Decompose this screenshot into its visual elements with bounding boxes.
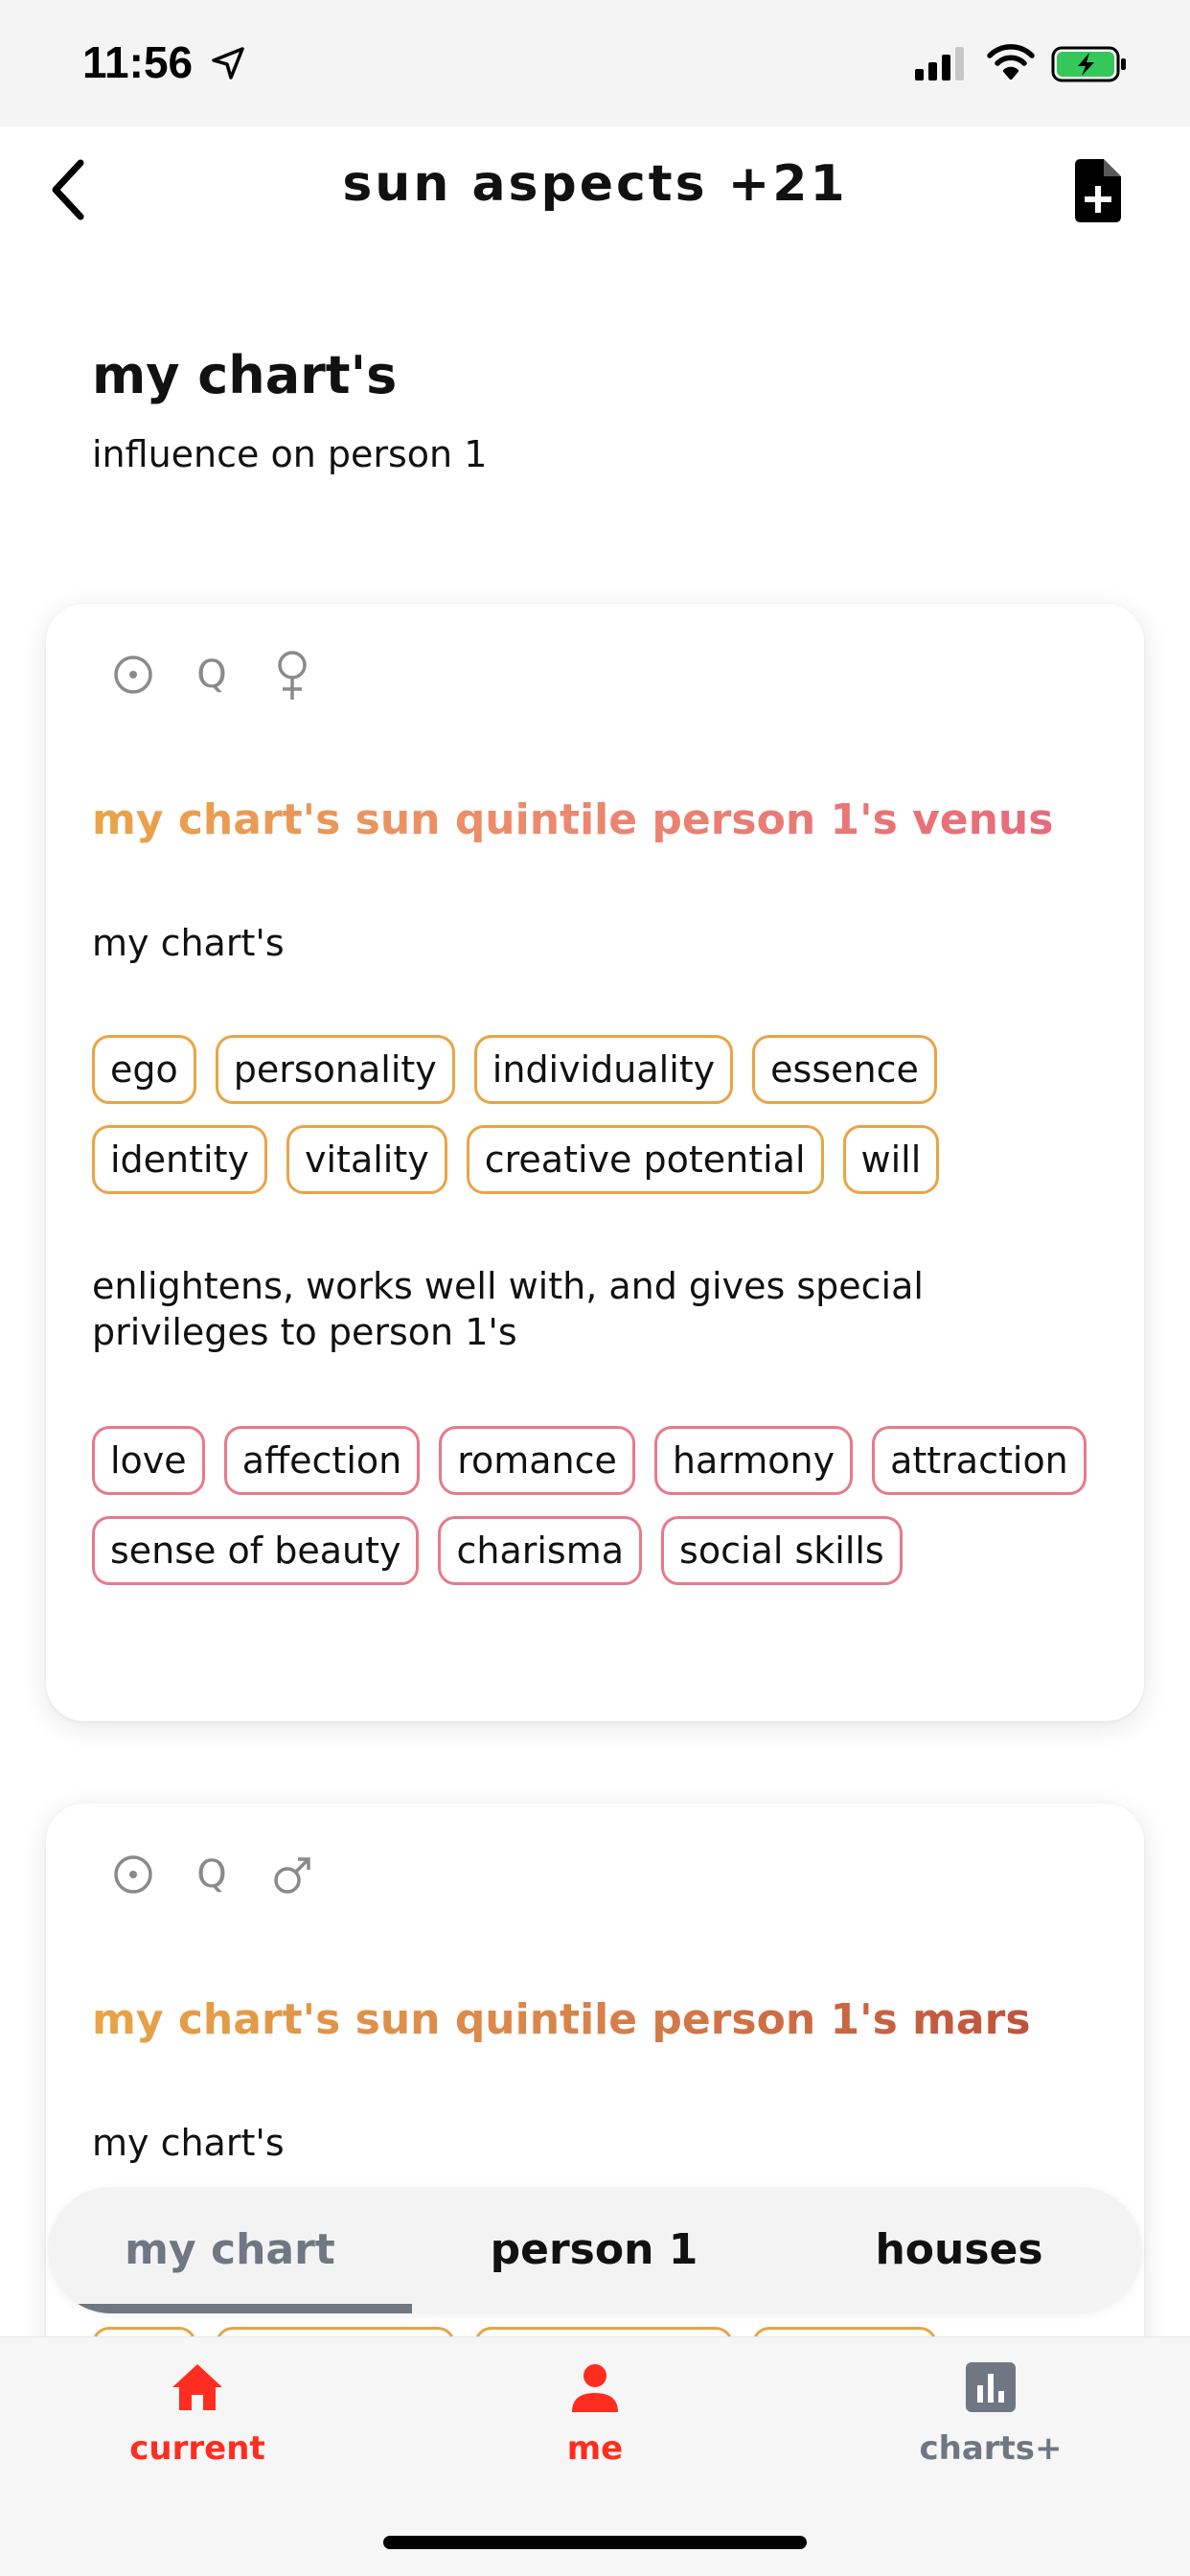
wifi-icon bbox=[987, 44, 1035, 80]
keyword-tag: individuality bbox=[473, 1035, 734, 1104]
battery-charging-icon bbox=[1051, 46, 1126, 82]
quintile-icon: Q bbox=[196, 653, 227, 697]
aspect-intro: my chart's bbox=[92, 2122, 285, 2164]
bar-chart-icon bbox=[966, 2362, 1016, 2412]
keyword-tag: social skills bbox=[661, 1516, 903, 1585]
status-time: 11:56 bbox=[82, 37, 194, 87]
tab-label: me bbox=[566, 2429, 624, 2468]
tab-me[interactable]: me bbox=[451, 2337, 739, 2491]
keyword-tag: affection bbox=[223, 1426, 421, 1495]
keyword-tag: personality bbox=[215, 1035, 455, 1104]
keyword-tag: identity bbox=[92, 1125, 267, 1194]
keyword-tag: will bbox=[842, 1125, 940, 1194]
keyword-tag: sense of beauty bbox=[92, 1516, 420, 1585]
nav-title: sun aspects +21 bbox=[342, 155, 848, 213]
keyword-tag: essence bbox=[752, 1035, 937, 1104]
tab-label: charts+ bbox=[919, 2429, 1063, 2468]
page-subtitle: influence on person 1 bbox=[92, 433, 488, 475]
aspect-intro: my chart's bbox=[92, 922, 285, 964]
keyword-tag: creative potential bbox=[466, 1125, 824, 1194]
page-title: my chart's bbox=[92, 345, 398, 405]
cellular-signal-icon bbox=[915, 47, 964, 80]
tab-charts-plus[interactable]: charts+ bbox=[847, 2337, 1134, 2491]
sun-icon bbox=[114, 1855, 152, 1894]
keyword-tag: harmony bbox=[653, 1426, 854, 1495]
keyword-tag: love bbox=[92, 1426, 205, 1495]
tab-current[interactable]: current bbox=[54, 2337, 341, 2491]
keyword-tag: charisma bbox=[438, 1516, 643, 1585]
person-1-keywords: love affection romance harmony attractio… bbox=[92, 1426, 1098, 1585]
segment-houses[interactable]: houses bbox=[776, 2187, 1142, 2313]
segment-person-1[interactable]: person 1 bbox=[412, 2187, 776, 2313]
mars-icon bbox=[274, 1857, 310, 1894]
home-icon bbox=[172, 2364, 222, 2410]
status-bar: 11:56 bbox=[0, 0, 1190, 126]
aspect-connector-text: enlightens, works well with, and gives s… bbox=[92, 1265, 924, 1353]
location-arrow-icon bbox=[212, 47, 244, 80]
aspect-title: my chart's sun quintile person 1's venus bbox=[92, 795, 1054, 844]
quintile-icon: Q bbox=[196, 1852, 227, 1897]
navigation-bar: sun aspects +21 bbox=[0, 126, 1190, 251]
aspect-card-sun-quintile-venus[interactable]: Q my chart's sun quintile person 1's ven… bbox=[46, 604, 1144, 1721]
keyword-tag: attraction bbox=[872, 1426, 1087, 1495]
venus-icon bbox=[278, 651, 307, 700]
keyword-tag: vitality bbox=[286, 1125, 447, 1194]
sun-icon bbox=[114, 656, 152, 694]
segment-active-indicator bbox=[48, 2304, 412, 2313]
home-indicator bbox=[383, 2536, 807, 2549]
tab-label: current bbox=[129, 2429, 265, 2468]
screen: 11:56 sun aspects +21 my chart's influen… bbox=[0, 0, 1190, 2576]
my-chart-keywords: ego personality individuality essence id… bbox=[92, 1035, 1098, 1194]
keyword-tag: ego bbox=[92, 1035, 196, 1104]
aspect-title: my chart's sun quintile person 1's mars bbox=[92, 1995, 1031, 2044]
keyword-tag: romance bbox=[439, 1426, 635, 1495]
person-icon bbox=[572, 2364, 618, 2412]
chart-segment-control: my chart person 1 houses bbox=[48, 2187, 1142, 2313]
add-document-button[interactable] bbox=[1071, 157, 1125, 224]
segment-my-chart[interactable]: my chart bbox=[48, 2187, 412, 2313]
